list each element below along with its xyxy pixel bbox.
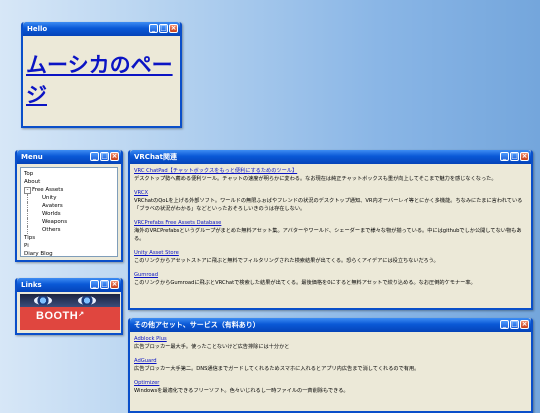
menu-item-top[interactable]: Top <box>24 170 114 178</box>
entry-description: デスクトップ勢へ薦める便利ツール。チャットの速度が明らかに変わる。なお現在は純正… <box>134 176 497 182</box>
minimize-icon: _ <box>502 152 507 160</box>
menu-item-unity[interactable]: Unity <box>27 194 114 202</box>
minimize-icon: _ <box>92 280 97 288</box>
maximize-button[interactable]: □ <box>510 152 519 161</box>
maximize-icon: □ <box>101 152 108 160</box>
close-button[interactable]: × <box>520 320 529 329</box>
list-item: VRC ChatPad【チャットボックスをもっと便利にするためのツール】デスクト… <box>134 167 527 183</box>
maximize-icon: □ <box>160 24 167 32</box>
close-icon: × <box>521 320 528 328</box>
vrchat-titlebar[interactable]: VRChat関連 _ □ × <box>130 150 531 164</box>
links-titlebar[interactable]: Links _ □ × <box>17 278 121 292</box>
entry-link[interactable]: VRCX <box>134 190 148 196</box>
menu-item-pi[interactable]: Pi <box>24 242 114 250</box>
menu-item-diary-blog[interactable]: Diary Blog <box>24 250 114 258</box>
menu-item-worlds[interactable]: Worlds <box>27 210 114 218</box>
maximize-button[interactable]: □ <box>100 280 109 289</box>
hello-window-title: Hello <box>27 25 48 33</box>
others-content: Adblock Plus 広告ブロッカー最大手。使ったことないけど広告排除には十分… <box>130 332 531 395</box>
maximize-icon: □ <box>511 320 518 328</box>
eye-icon <box>34 296 52 305</box>
close-button[interactable]: × <box>169 24 178 33</box>
booth-logo: BOOTH↗ <box>36 310 85 322</box>
minimize-button[interactable]: _ <box>90 152 99 161</box>
close-icon: × <box>111 152 118 160</box>
menu-titlebar[interactable]: Menu _ □ × <box>17 150 121 164</box>
menu-item-tips[interactable]: Tips <box>24 234 114 242</box>
minimize-icon: _ <box>502 320 507 328</box>
close-icon: × <box>170 24 177 32</box>
banner-image <box>20 294 120 307</box>
menu-item-label: Free Assets <box>32 187 64 193</box>
hello-titlebar[interactable]: Hello _ □ × <box>23 22 180 36</box>
list-item: VRCPrefabs Free Assets Database 海外のVRCPre… <box>134 219 527 243</box>
links-window: Links _ □ × BOOTH↗ <box>15 278 123 335</box>
menu-window: Menu _ □ × Top About - Free Assets Unity … <box>15 150 123 262</box>
minimize-button[interactable]: _ <box>500 320 509 329</box>
list-item: AdGuard 広告ブロッカー大手第二。DNS通信までガードしてくれるためスマホに… <box>134 357 527 373</box>
close-button[interactable]: × <box>110 152 119 161</box>
close-icon: × <box>521 152 528 160</box>
vrchat-window: VRChat関連 _ □ × VRC ChatPad【チャットボックスをもっと便… <box>128 150 533 310</box>
close-button[interactable]: × <box>110 280 119 289</box>
booth-logo-text: BOOTH <box>36 310 79 322</box>
vrchat-content: VRC ChatPad【チャットボックスをもっと便利にするためのツール】デスクト… <box>130 164 531 287</box>
menu-item-avaters[interactable]: Avaters <box>27 202 114 210</box>
maximize-icon: □ <box>511 152 518 160</box>
list-item: VRCX VRChatのQoLを上げる外部ソフト。ワールドの無限ふぉばやフレンドの… <box>134 189 527 213</box>
hello-window: Hello _ □ × ムーシカのページ <box>21 22 182 128</box>
close-icon: × <box>111 280 118 288</box>
minimize-icon: _ <box>92 152 97 160</box>
entry-description: VRChatのQoLを上げる外部ソフト。ワールドの無限ふぉばやフレンドの状況のデ… <box>134 198 523 212</box>
list-item: Gumroad このリンクからGumroadに飛ぶとVRChatで検索した結果が出… <box>134 271 527 287</box>
booth-arrow-icon: ↗ <box>78 311 85 318</box>
collapse-icon[interactable]: - <box>24 187 31 194</box>
list-item: Unity Asset Store このリンクからアセットストアに飛ぶと無料でフィ… <box>134 249 527 265</box>
close-button[interactable]: × <box>520 152 529 161</box>
entry-description: 海外のVRCPrefabsというグループがまとめた無料アセット集。アバターやワー… <box>134 228 522 242</box>
entry-description: 広告ブロッカー大手第二。DNS通信までガードしてくれるためスマホに入れるとアプリ… <box>134 366 420 372</box>
minimize-button[interactable]: _ <box>500 152 509 161</box>
minimize-button[interactable]: _ <box>90 280 99 289</box>
list-item: Adblock Plus 広告ブロッカー最大手。使ったことないけど広告排除には十分… <box>134 335 527 351</box>
entry-description: このリンクからGumroadに飛ぶとVRChatで検索した結果が出てくる。最後価… <box>134 280 476 286</box>
entry-description: このリンクからアセットストアに飛ぶと無料でフィルタリングされた検索結果が出てくる… <box>134 258 439 264</box>
eye-icon <box>78 296 96 305</box>
minimize-button[interactable]: _ <box>149 24 158 33</box>
entry-link[interactable]: Gumroad <box>134 272 158 278</box>
menu-item-weapons[interactable]: Weapons <box>27 218 114 226</box>
site-title-link[interactable]: ムーシカのページ <box>26 50 180 110</box>
maximize-icon: □ <box>101 280 108 288</box>
entry-description: 広告ブロッカー最大手。使ったことないけど広告排除には十分かと <box>134 344 290 350</box>
menu-item-free-assets[interactable]: - Free Assets <box>24 186 114 194</box>
links-window-title: Links <box>21 281 42 289</box>
vrchat-window-title: VRChat関連 <box>134 153 177 161</box>
entry-link[interactable]: Unity Asset Store <box>134 250 179 256</box>
others-window: その他アセット、サービス（有料あり） _ □ × Adblock Plus 広告ブ… <box>128 318 533 413</box>
entry-link[interactable]: VRCPrefabs Free Assets Database <box>134 220 221 226</box>
maximize-button[interactable]: □ <box>159 24 168 33</box>
booth-banner-link[interactable]: BOOTH↗ <box>20 294 120 330</box>
maximize-button[interactable]: □ <box>510 320 519 329</box>
list-item: Optimizer Windowsを最適化できるフリーソフト。色々いじれるし一時フ… <box>134 379 527 395</box>
menu-tree: Top About - Free Assets Unity Avaters Wor… <box>20 167 118 257</box>
others-titlebar[interactable]: その他アセット、サービス（有料あり） _ □ × <box>130 318 531 332</box>
menu-item-others[interactable]: Others <box>27 226 114 234</box>
menu-item-about[interactable]: About <box>24 178 114 186</box>
entry-description: Windowsを最適化できるフリーソフト。色々いじれるし一時ファイルの一斉削除も… <box>134 388 349 394</box>
entry-link[interactable]: Optimizer <box>134 380 159 386</box>
entry-link[interactable]: Adblock Plus <box>134 336 167 342</box>
entry-link[interactable]: AdGuard <box>134 358 157 364</box>
menu-window-title: Menu <box>21 153 43 161</box>
others-window-title: その他アセット、サービス（有料あり） <box>134 321 260 329</box>
maximize-button[interactable]: □ <box>100 152 109 161</box>
entry-link[interactable]: VRC ChatPad【チャットボックスをもっと便利にするためのツール】 <box>134 168 297 174</box>
minimize-icon: _ <box>151 24 156 32</box>
